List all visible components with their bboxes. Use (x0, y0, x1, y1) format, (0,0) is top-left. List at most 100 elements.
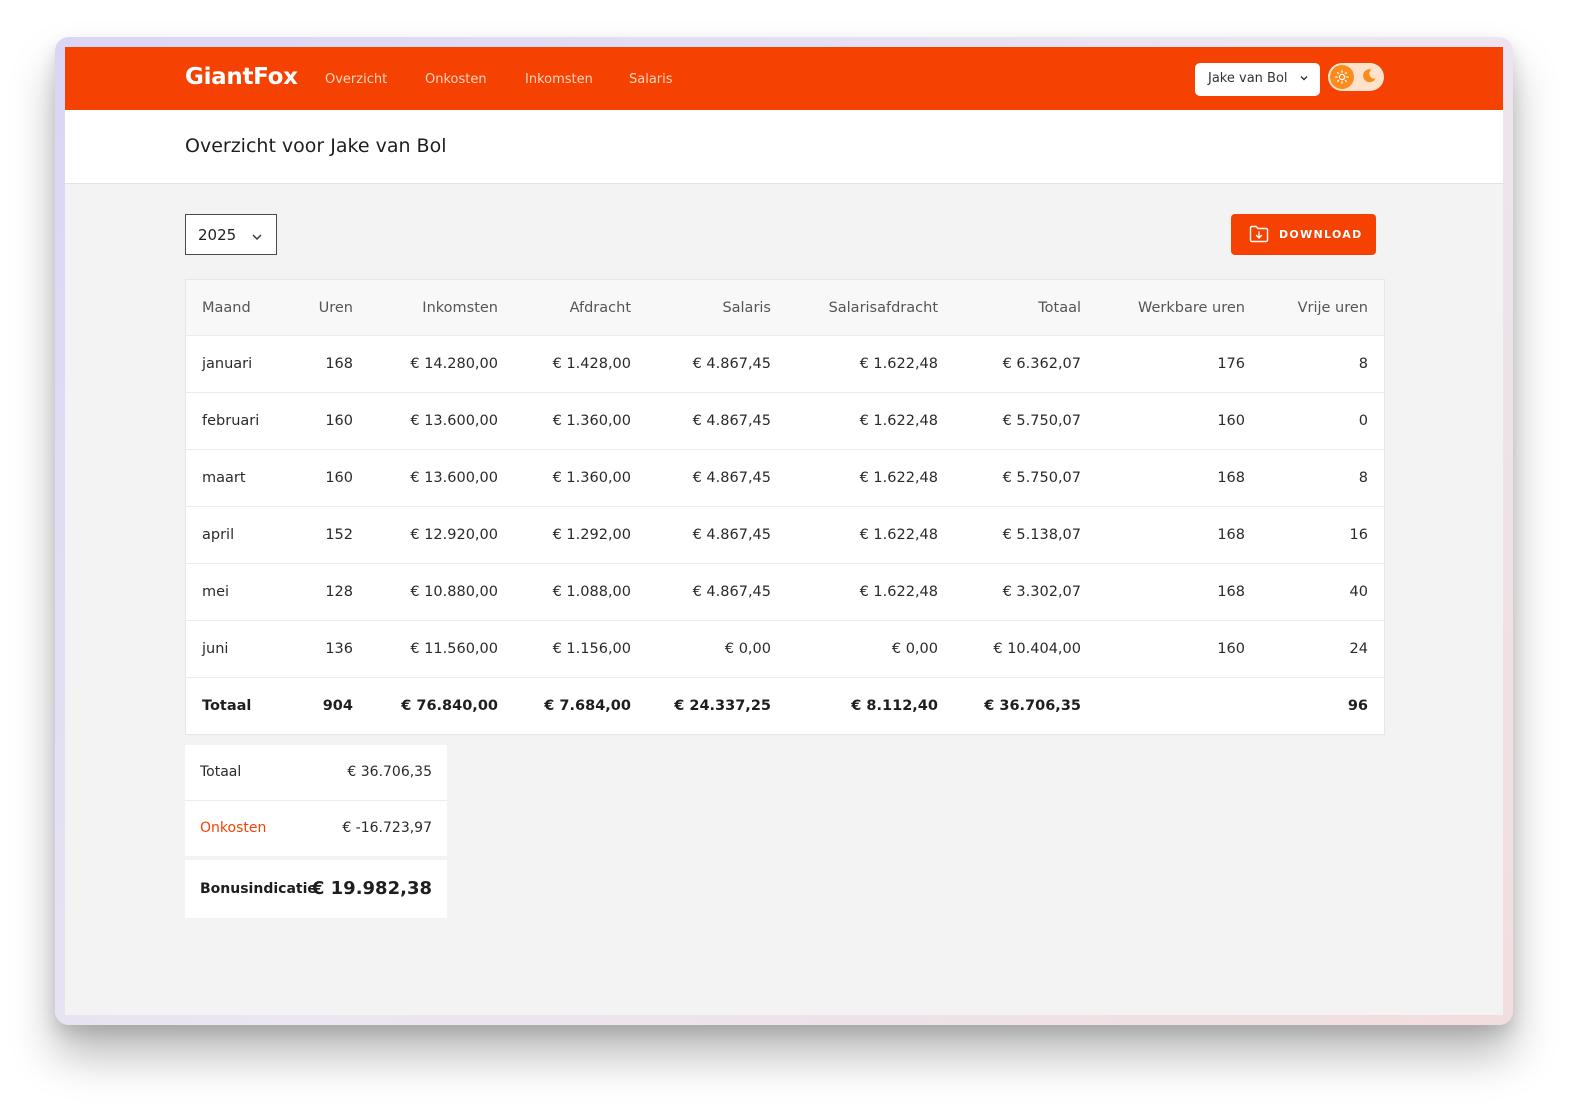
column-header[interactable]: Vrije uren (1261, 280, 1384, 336)
summary-bonus-label: Bonusindicatie (200, 881, 317, 897)
table-cell: € 5.750,07 (954, 392, 1097, 450)
table-cell: € 13.600,00 (369, 449, 514, 507)
column-header[interactable]: Uren (286, 280, 369, 336)
table-cell: 160 (286, 449, 369, 507)
table-cell (1097, 677, 1261, 734)
summary-costs-link[interactable]: Onkosten (200, 820, 266, 836)
table-cell: februari (186, 392, 286, 450)
table-cell: € 0,00 (787, 620, 954, 678)
table-cell: € 4.867,45 (647, 335, 787, 393)
overview-table: Maand Uren Inkomsten Afdracht Salaris Sa… (185, 279, 1385, 735)
table-cell: 168 (286, 335, 369, 393)
table-row: juni 136 € 11.560,00 € 1.156,00 € 0,00 €… (186, 620, 1384, 678)
table-cell: 160 (286, 392, 369, 450)
table-cell: € 14.280,00 (369, 335, 514, 393)
table-cell: € 5.750,07 (954, 449, 1097, 507)
table-cell: mei (186, 563, 286, 621)
table-header-row: Maand Uren Inkomsten Afdracht Salaris Sa… (186, 280, 1384, 336)
table-row: februari 160 € 13.600,00 € 1.360,00 € 4.… (186, 392, 1384, 450)
sun-icon (1335, 70, 1349, 84)
table-cell: € 10.880,00 (369, 563, 514, 621)
summary-total-value: € 36.706,35 (347, 764, 432, 780)
table-cell: € 5.138,07 (954, 506, 1097, 564)
table-cell: € 12.920,00 (369, 506, 514, 564)
table-row: maart 160 € 13.600,00 € 1.360,00 € 4.867… (186, 449, 1384, 507)
nav-link-salaris[interactable]: Salaris (629, 72, 673, 87)
summary-total-row: Totaal € 36.706,35 (185, 745, 447, 800)
table-cell: € 4.867,45 (647, 449, 787, 507)
brand-logo[interactable]: GiantFox (185, 64, 298, 90)
table-cell: € 10.404,00 (954, 620, 1097, 678)
top-navbar: GiantFox Overzicht Onkosten Inkomsten Sa… (65, 47, 1503, 110)
summary-bonus-row: Bonusindicatie € 19.982,38 (185, 860, 447, 918)
table-cell: € 24.337,25 (647, 677, 787, 734)
table-cell: € 1.292,00 (514, 506, 647, 564)
table-cell: 96 (1261, 677, 1384, 734)
app-window: GiantFox Overzicht Onkosten Inkomsten Sa… (65, 47, 1503, 1015)
table-cell: € 3.302,07 (954, 563, 1097, 621)
table-cell: € 6.362,07 (954, 335, 1097, 393)
year-select[interactable]: 2025 (185, 214, 277, 255)
table-cell: januari (186, 335, 286, 393)
table-cell: € 4.867,45 (647, 563, 787, 621)
summary-costs-row: Onkosten € -16.723,97 (185, 800, 447, 856)
table-total-row: Totaal 904 € 76.840,00 € 7.684,00 € 24.3… (186, 677, 1384, 734)
table-cell: 40 (1261, 563, 1384, 621)
table-cell: 128 (286, 563, 369, 621)
table-cell: € 0,00 (647, 620, 787, 678)
moon-icon (1363, 69, 1376, 83)
column-header[interactable]: Werkbare uren (1097, 280, 1261, 336)
table-row: april 152 € 12.920,00 € 1.292,00 € 4.867… (186, 506, 1384, 564)
chevron-down-icon (1299, 72, 1309, 87)
table-cell: € 4.867,45 (647, 392, 787, 450)
nav-link-onkosten[interactable]: Onkosten (425, 72, 487, 87)
folder-download-icon (1249, 225, 1269, 247)
summary-panel: Totaal € 36.706,35 Onkosten € -16.723,97… (185, 745, 447, 918)
table-cell: 160 (1097, 620, 1261, 678)
table-cell: € 1.622,48 (787, 506, 954, 564)
table-cell: € 1.622,48 (787, 449, 954, 507)
table-cell: 904 (286, 677, 369, 734)
table-row: mei 128 € 10.880,00 € 1.088,00 € 4.867,4… (186, 563, 1384, 621)
table-cell: april (186, 506, 286, 564)
table-cell: € 1.428,00 (514, 335, 647, 393)
table-cell: 168 (1097, 563, 1261, 621)
column-header[interactable]: Salarisafdracht (787, 280, 954, 336)
summary-total-label: Totaal (200, 764, 242, 780)
year-select-value: 2025 (198, 226, 237, 244)
table-cell: € 8.112,40 (787, 677, 954, 734)
column-header[interactable]: Afdracht (514, 280, 647, 336)
table-cell: € 1.622,48 (787, 392, 954, 450)
nav-link-overzicht[interactable]: Overzicht (325, 72, 387, 87)
table-cell: € 1.360,00 (514, 449, 647, 507)
table-cell: € 11.560,00 (369, 620, 514, 678)
table-cell: 8 (1261, 449, 1384, 507)
table-cell: € 76.840,00 (369, 677, 514, 734)
column-header[interactable]: Inkomsten (369, 280, 514, 336)
table-cell: € 13.600,00 (369, 392, 514, 450)
user-select[interactable]: Jake van Bol (1195, 63, 1320, 96)
column-header[interactable]: Maand (186, 280, 286, 336)
theme-toggle-knob (1330, 65, 1354, 89)
table-cell: € 1.156,00 (514, 620, 647, 678)
download-button[interactable]: DOWNLOAD (1231, 214, 1376, 255)
table-cell: 176 (1097, 335, 1261, 393)
nav-link-inkomsten[interactable]: Inkomsten (525, 72, 593, 87)
table-cell: maart (186, 449, 286, 507)
summary-costs-value: € -16.723,97 (342, 820, 432, 836)
table-cell: € 1.088,00 (514, 563, 647, 621)
table-cell: Totaal (186, 677, 286, 734)
table-cell: € 1.622,48 (787, 563, 954, 621)
table-cell: € 1.360,00 (514, 392, 647, 450)
page-header: Overzicht voor Jake van Bol (65, 110, 1503, 184)
table-cell: 136 (286, 620, 369, 678)
column-header[interactable]: Salaris (647, 280, 787, 336)
column-header[interactable]: Totaal (954, 280, 1097, 336)
table-cell: 0 (1261, 392, 1384, 450)
theme-toggle[interactable] (1328, 63, 1384, 91)
table-cell: juni (186, 620, 286, 678)
table-cell: 160 (1097, 392, 1261, 450)
table-cell: € 36.706,35 (954, 677, 1097, 734)
table-cell: € 4.867,45 (647, 506, 787, 564)
summary-bonus-value: € 19.982,38 (311, 878, 432, 899)
